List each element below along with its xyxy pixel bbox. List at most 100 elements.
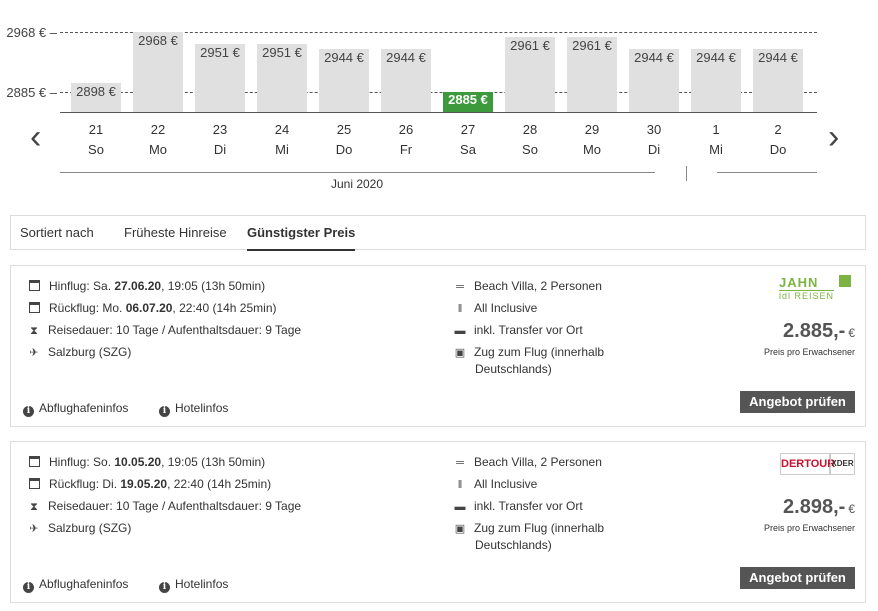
return-flight: Rückflug: Di. 19.05.20, 22:40 (14h 25min… [27,476,271,492]
train-text-2: Deutschlands) [475,538,552,552]
day-weekday[interactable]: Do [753,140,803,160]
cutlery-icon: ‖ [457,478,463,491]
price-currency: € [848,326,855,340]
offer-card: Hinflug: Sa. 27.06.20, 19:05 (13h 50min)… [10,265,866,427]
chevron-left-icon[interactable]: ‹ [30,120,41,154]
day-weekday[interactable]: Mi [691,140,741,160]
check-offer-button[interactable]: Angebot prüfen [740,391,855,413]
day-weekday[interactable]: So [505,140,555,160]
price-bar-label: 2944 € [381,50,431,66]
outbound-suffix: , 19:05 (13h 50min) [161,455,266,469]
day-weekday[interactable]: Fr [381,140,431,160]
day-weekday[interactable]: Di [195,140,245,160]
airplane-icon: ✈ [29,346,39,359]
price-bar-label: 2944 € [319,50,369,66]
outbound-flight: Hinflug: Sa. 27.06.20, 19:05 (13h 50min) [27,278,265,294]
logo-mark [839,275,851,287]
day-date[interactable]: 2 [753,120,803,140]
month-boundary-tick [686,166,687,181]
day-date[interactable]: 25 [319,120,369,140]
calendar-icon [29,478,40,489]
info-icon: i [23,582,34,593]
price-note: Preis pro Erwachsener [763,347,855,357]
price-bar-label: 2968 € [133,33,183,49]
day-weekday[interactable]: Sa [443,140,493,160]
return-suffix: , 22:40 (14h 25min) [172,301,277,315]
return-date: 06.07.20 [125,301,173,315]
hotel-info-label: Hotelinfos [175,401,229,415]
y-axis-label-min: 2885 € – [6,85,57,100]
day-date[interactable]: 27 [443,120,493,140]
day-date[interactable]: 30 [629,120,679,140]
day-weekday[interactable]: Do [319,140,369,160]
room-type: ═ Beach Villa, 2 Personen [453,454,602,471]
y-axis-label-max: 2968 € – [6,25,57,40]
airport-text: Salzburg (SZG) [48,521,132,535]
hotel-info-link[interactable]: i Hotelinfos [159,401,228,417]
day-date[interactable]: 21 [71,120,121,140]
train-text-2: Deutschlands) [475,362,552,376]
train-text-1: Zug zum Flug (innerhalb [474,345,605,359]
operator-logo-dertour: DERTOUR XDER [780,453,855,475]
day-weekday[interactable]: Mo [133,140,183,160]
chart-baseline [60,112,817,113]
offer-price: 2.898,- € [783,496,855,519]
return-prefix: Rückflug: Di. [49,477,121,491]
month-divider-june [60,172,655,173]
car-icon: ▬ [454,500,466,513]
trip-duration: ⧗ Reisedauer: 10 Tage / Aufenthaltsdauer:… [27,322,301,339]
sort-option-earliest[interactable]: Früheste Hinreise [124,216,227,251]
train-info: ▣ Zug zum Flug (innerhalb [453,344,604,361]
month-divider-july [717,172,817,173]
day-date[interactable]: 24 [257,120,307,140]
transfer-info: ▬ inkl. Transfer vor Ort [453,498,583,515]
duration-text: Reisedauer: 10 Tage / Aufenthaltsdauer: … [48,323,302,337]
operator-subtitle: ldl REISEN [779,290,835,301]
info-icon: i [159,582,170,593]
train-icon: ▣ [454,346,466,359]
day-date[interactable]: 23 [195,120,245,140]
outbound-prefix: Hinflug: Sa. [49,279,115,293]
day-date[interactable]: 29 [567,120,617,140]
offer-card: Hinflug: So. 10.05.20, 19:05 (13h 50min)… [10,441,866,603]
day-date[interactable]: 22 [133,120,183,140]
transfer-text: inkl. Transfer vor Ort [474,499,583,513]
price-currency: € [848,502,855,516]
day-weekday[interactable]: Di [629,140,679,160]
day-weekday[interactable]: Mi [257,140,307,160]
check-offer-button[interactable]: Angebot prüfen [740,567,855,589]
bed-icon: ═ [456,456,464,469]
offer-price: 2.885,- € [783,320,855,343]
day-date[interactable]: 28 [505,120,555,140]
train-info: ▣ Zug zum Flug (innerhalb [453,520,604,537]
airport-info-link[interactable]: i Abflughafeninfos [23,401,128,417]
price-note: Preis pro Erwachsener [763,523,855,533]
airplane-icon: ✈ [29,522,39,535]
price-bar-label: 2898 € [71,84,121,100]
airport-info-link[interactable]: i Abflughafeninfos [23,577,128,593]
sort-option-cheapest[interactable]: Günstigster Preis [247,216,356,251]
calendar-icon [29,456,40,467]
trip-duration: ⧗ Reisedauer: 10 Tage / Aufenthaltsdauer:… [27,498,301,515]
train-text-1: Zug zum Flug (innerhalb [474,521,605,535]
hourglass-icon: ⧗ [30,324,38,337]
outbound-prefix: Hinflug: So. [49,455,115,469]
hotel-info-link[interactable]: i Hotelinfos [159,577,228,593]
room-text: Beach Villa, 2 Personen [474,455,602,469]
return-flight: Rückflug: Mo. 06.07.20, 22:40 (14h 25min… [27,300,276,316]
price-bar-label: 2885 € [443,92,493,108]
info-icon: i [23,406,34,417]
duration-text: Reisedauer: 10 Tage / Aufenthaltsdauer: … [48,499,302,513]
price-bar-label: 2961 € [567,38,617,54]
operator-subtitle-text: REISEN [794,291,835,301]
departure-airport: ✈ Salzburg (SZG) [27,344,131,361]
board-text: All Inclusive [474,477,538,491]
day-weekday[interactable]: Mo [567,140,617,160]
price-bar-label: 2944 € [691,50,741,66]
sort-label: Sortiert nach [20,225,94,240]
day-weekday[interactable]: So [71,140,121,160]
chevron-right-icon[interactable]: › [828,120,839,154]
operator-name: DERTOUR [780,453,835,475]
day-date[interactable]: 26 [381,120,431,140]
day-date[interactable]: 1 [691,120,741,140]
